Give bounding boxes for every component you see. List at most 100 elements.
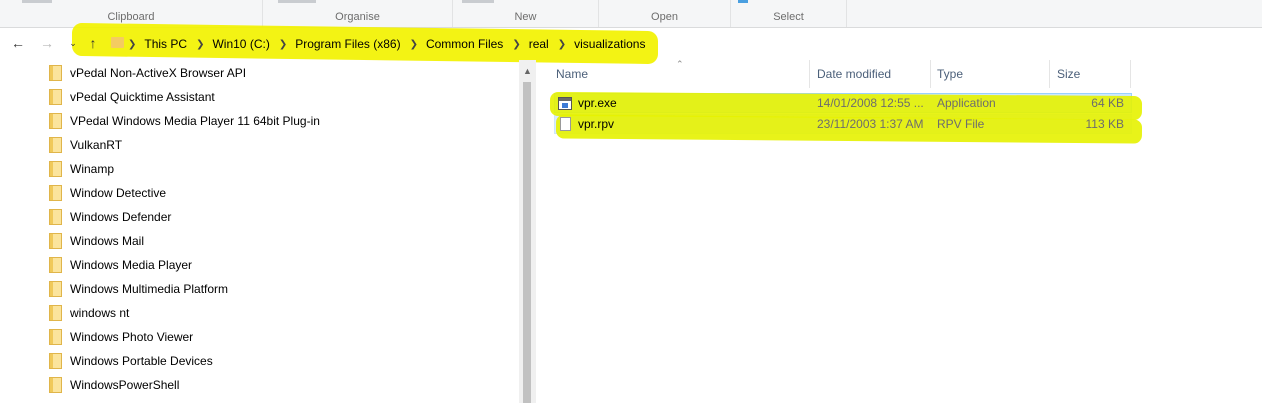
tree-item[interactable]: Winamp bbox=[49, 158, 114, 180]
file-icon bbox=[560, 117, 571, 131]
folder-icon bbox=[49, 377, 62, 393]
tree-item[interactable]: Windows Defender bbox=[49, 206, 171, 228]
tree-item[interactable]: Windows Multimedia Platform bbox=[49, 278, 228, 300]
tree-item[interactable]: vPedal Quicktime Assistant bbox=[49, 86, 215, 108]
tree-item[interactable]: Window Detective bbox=[49, 182, 166, 204]
table-row[interactable]: vpr.exe 14/01/2008 12:55 ... Application… bbox=[554, 93, 1132, 113]
sort-ascending-icon: ⌃ bbox=[676, 59, 684, 69]
back-button[interactable]: ← bbox=[8, 33, 28, 53]
table-row[interactable]: vpr.rpv 23/11/2003 1:37 AM RPV File 113 … bbox=[554, 114, 1132, 134]
column-header-size[interactable]: Size bbox=[1050, 60, 1131, 88]
tree-item[interactable]: VPedal Windows Media Player 11 64bit Plu… bbox=[49, 110, 320, 132]
file-size: 64 KB bbox=[1091, 96, 1124, 110]
chevron-right-icon[interactable]: ❯ bbox=[196, 39, 204, 50]
chevron-right-icon[interactable]: ❯ bbox=[558, 39, 566, 50]
tree-item-label: Windows Photo Viewer bbox=[70, 330, 194, 344]
ribbon-group-label: Select bbox=[773, 11, 804, 23]
folder-icon bbox=[49, 161, 62, 177]
column-header-label: Size bbox=[1057, 67, 1081, 81]
forward-button[interactable]: → bbox=[37, 33, 57, 53]
column-header-label: Name bbox=[556, 67, 589, 81]
arrow-left-icon: ← bbox=[11, 35, 25, 51]
scrollbar-thumb[interactable] bbox=[523, 82, 531, 403]
folder-icon bbox=[49, 185, 62, 201]
file-name: vpr.rpv bbox=[578, 117, 615, 131]
folder-icon bbox=[49, 329, 62, 345]
ribbon-group-open: Open bbox=[599, 0, 731, 27]
column-header-type[interactable]: Type bbox=[931, 60, 1050, 88]
arrow-right-icon: → bbox=[40, 35, 54, 51]
file-type: RPV File bbox=[937, 117, 985, 131]
tree-item-label: Winamp bbox=[70, 162, 115, 176]
tree-item-label: Windows Portable Devices bbox=[70, 354, 213, 368]
folder-icon bbox=[111, 37, 124, 48]
tree-item[interactable]: vPedal Non-ActiveX Browser API bbox=[49, 62, 246, 84]
chevron-right-icon[interactable]: ❯ bbox=[279, 39, 287, 50]
column-header-name[interactable]: ⌃ Name bbox=[540, 59, 810, 88]
ribbon-group-label: Open bbox=[651, 11, 678, 23]
breadcrumb-item[interactable]: Common Files bbox=[426, 37, 503, 51]
tree-item-label: VulkanRT bbox=[70, 138, 123, 152]
tree-item[interactable]: Windows Media Player bbox=[49, 254, 192, 276]
tree-item-label: vPedal Quicktime Assistant bbox=[70, 90, 215, 104]
folder-icon bbox=[49, 305, 62, 321]
breadcrumb-item[interactable]: real bbox=[529, 37, 549, 51]
file-name-cell[interactable]: vpr.exe bbox=[558, 93, 617, 113]
file-date: 23/11/2003 1:37 AM bbox=[817, 117, 924, 131]
file-name-cell[interactable]: vpr.rpv bbox=[560, 114, 614, 134]
tree-item-label: Windows Multimedia Platform bbox=[70, 282, 229, 296]
tree-item[interactable]: WindowsPowerShell bbox=[49, 374, 179, 396]
up-button[interactable]: ↑ bbox=[83, 33, 103, 53]
folder-icon bbox=[49, 257, 62, 273]
file-type: Application bbox=[937, 96, 996, 110]
file-date: 14/01/2008 12:55 ... bbox=[817, 96, 924, 110]
breadcrumb-item[interactable]: visualizations bbox=[574, 37, 645, 51]
breadcrumb-item[interactable]: Win10 (C:) bbox=[212, 37, 269, 51]
tree-item-label: Window Detective bbox=[70, 186, 167, 200]
ribbon-group-label: Organise bbox=[335, 11, 380, 23]
tree-item[interactable]: Windows Portable Devices bbox=[49, 350, 213, 372]
ribbon-group-label: New bbox=[514, 11, 537, 23]
scroll-up-icon[interactable]: ▲ bbox=[523, 66, 532, 76]
chevron-right-icon[interactable]: ❯ bbox=[128, 39, 136, 50]
navigation-pane: vPedal Non-ActiveX Browser API vPedal Qu… bbox=[0, 60, 519, 403]
file-name: vpr.exe bbox=[578, 96, 617, 110]
tree-item-label: Windows Mail bbox=[70, 234, 145, 248]
breadcrumb[interactable]: ❯ This PC ❯ Win10 (C:) ❯ Program Files (… bbox=[128, 37, 645, 51]
ribbon-group-label: Clipboard bbox=[107, 11, 155, 23]
breadcrumb-item[interactable]: Program Files (x86) bbox=[295, 37, 400, 51]
column-header-date[interactable]: Date modified bbox=[810, 60, 931, 88]
tree-item[interactable]: Windows Photo Viewer bbox=[49, 326, 193, 348]
ribbon-group-select: Select bbox=[731, 0, 847, 27]
tree-item-label: WindowsPowerShell bbox=[70, 378, 180, 392]
tree-item-label: windows nt bbox=[70, 306, 130, 320]
tree-item-label: Windows Defender bbox=[70, 210, 172, 224]
chevron-right-icon[interactable]: ❯ bbox=[512, 39, 520, 50]
navigation-bar: ← → ⌄ ↑ ❯ This PC ❯ Win10 (C:) ❯ Program… bbox=[0, 22, 1262, 65]
folder-icon bbox=[49, 233, 62, 249]
ribbon-group-organise: Organise bbox=[263, 0, 453, 27]
chevron-right-icon[interactable]: ❯ bbox=[410, 39, 418, 50]
folder-icon bbox=[49, 89, 62, 105]
arrow-up-icon: ↑ bbox=[89, 35, 97, 51]
tree-item[interactable]: VulkanRT bbox=[49, 134, 122, 156]
tree-item-label: Windows Media Player bbox=[70, 258, 193, 272]
ribbon-group-new: New bbox=[453, 0, 599, 27]
tree-item-label: VPedal Windows Media Player 11 64bit Plu… bbox=[70, 114, 320, 128]
file-size: 113 KB bbox=[1085, 117, 1124, 131]
folder-icon bbox=[49, 353, 62, 369]
application-icon bbox=[558, 96, 572, 110]
recent-locations-button[interactable]: ⌄ bbox=[63, 33, 83, 53]
tree-item[interactable]: windows nt bbox=[49, 302, 129, 324]
column-header-label: Date modified bbox=[817, 67, 892, 81]
folder-icon bbox=[49, 113, 62, 129]
tree-item[interactable]: Windows Mail bbox=[49, 230, 144, 252]
chevron-down-icon: ⌄ bbox=[69, 37, 77, 48]
tree-scrollbar[interactable]: ▲ bbox=[519, 60, 536, 403]
folder-icon bbox=[49, 137, 62, 153]
column-header-label: Type bbox=[937, 67, 964, 81]
breadcrumb-item[interactable]: This PC bbox=[144, 37, 187, 51]
file-list: ⌃ Name Date modified Type Size vpr.exe 1… bbox=[540, 59, 1262, 403]
folder-icon bbox=[49, 65, 62, 81]
folder-icon bbox=[49, 281, 62, 297]
